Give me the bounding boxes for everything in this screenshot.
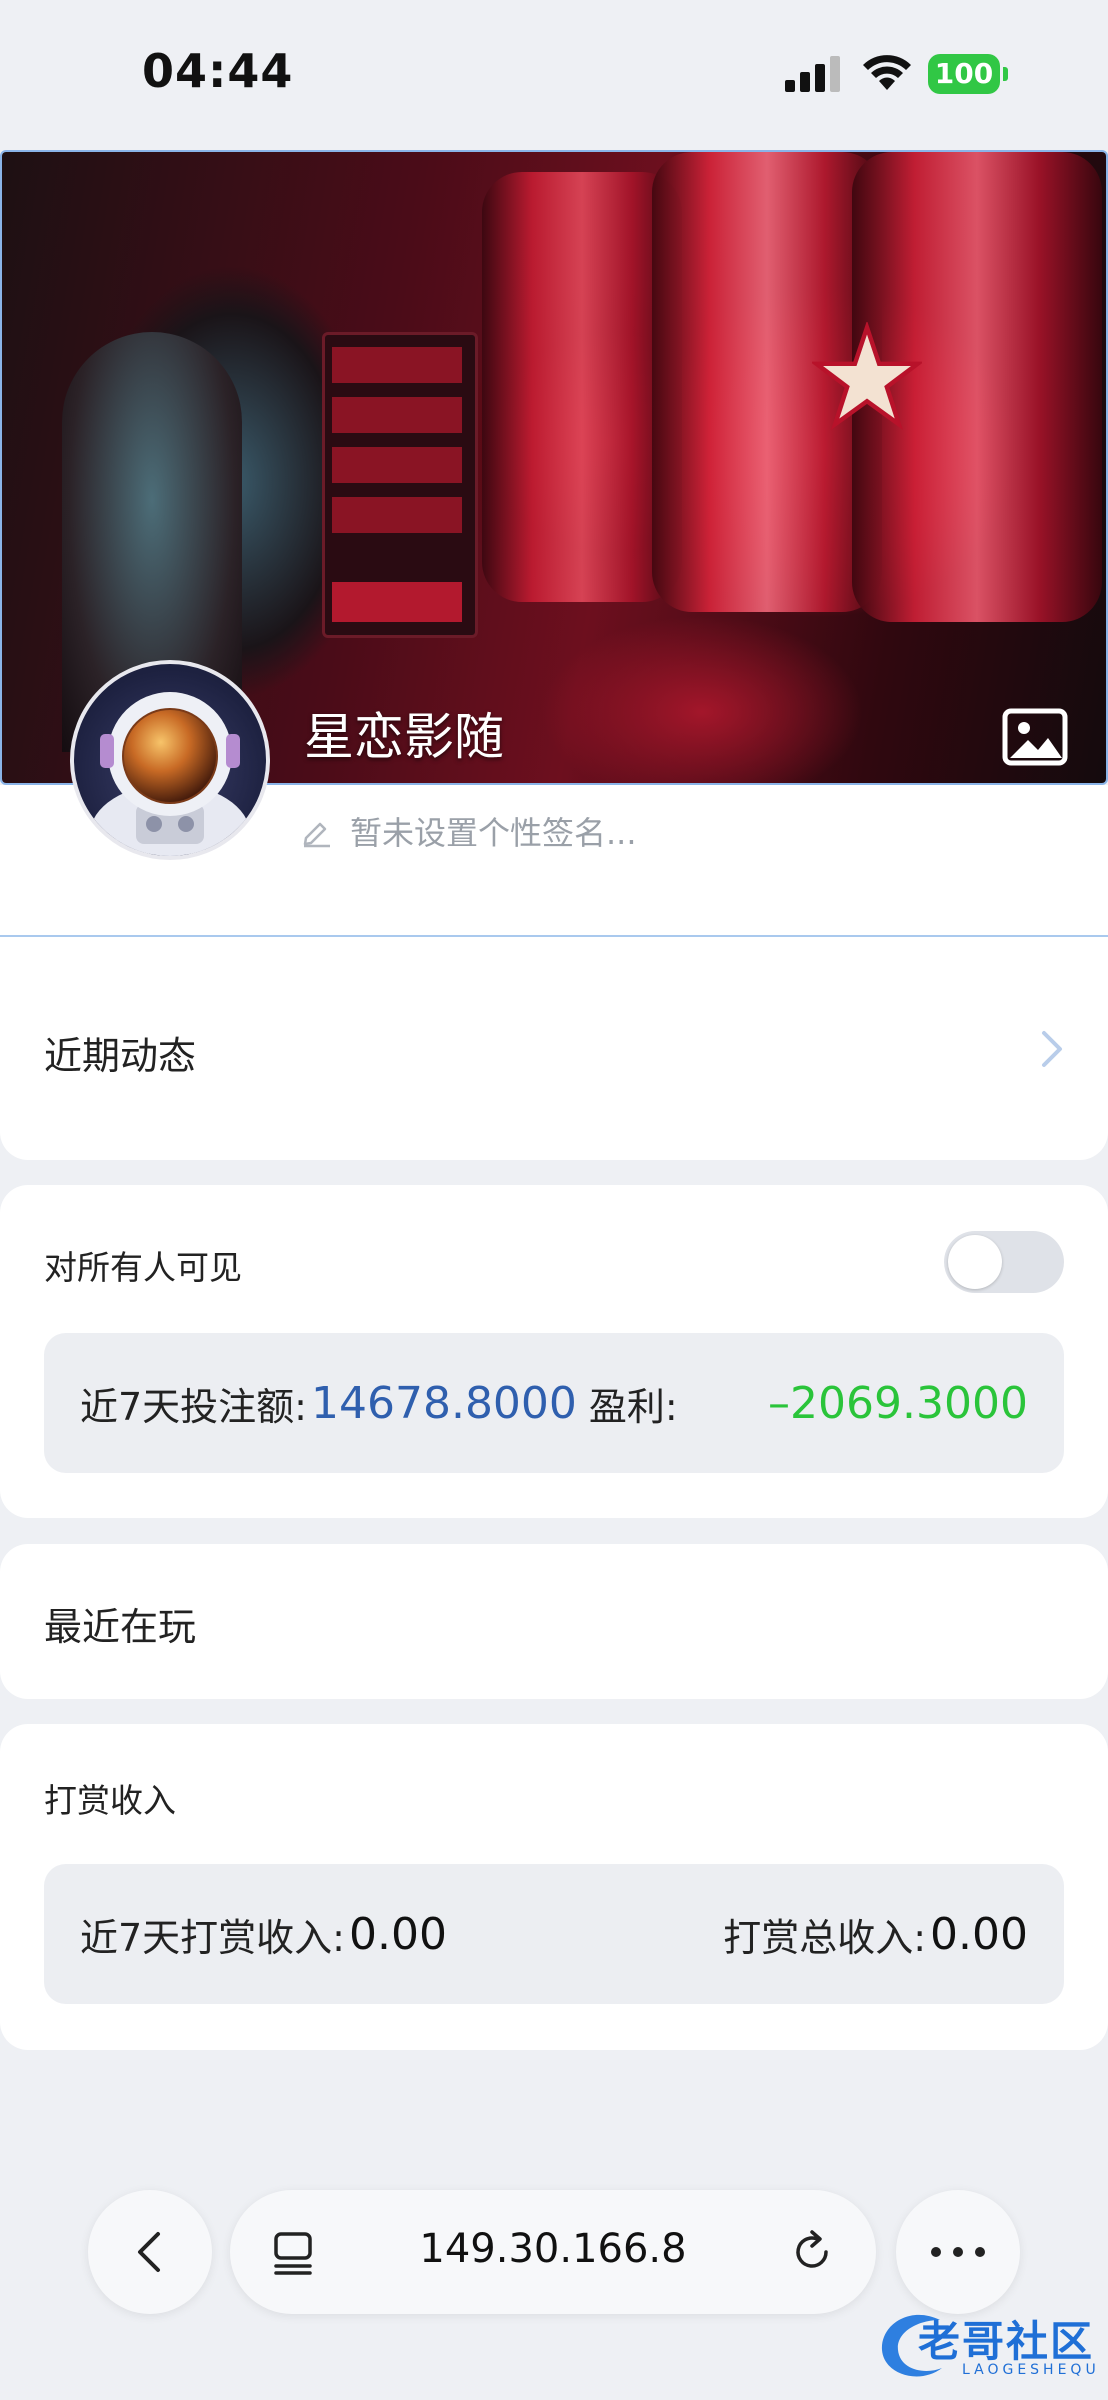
visibility-toggle[interactable] [944,1231,1064,1293]
signature-text: 暂未设置个性签名... [350,814,637,852]
week-tips-label: 近7天打赏收入: [80,1915,345,1960]
url-text: 149.30.166.8 [419,2226,687,2272]
visibility-card: 对所有人可见 近7天投注额: 14678.8000 盈利: –2069.3000 [0,1185,1108,1518]
total-tips: 打赏总收入: 0.00 [723,1864,1028,2004]
cellular-signal-icon [785,56,840,92]
battery-icon: 100 [928,54,1008,94]
profile-name: 星恋影随 [304,708,504,766]
star-icon [812,322,922,431]
week-tips: 近7天打赏收入: 0.00 [80,1864,447,2004]
back-button[interactable] [88,2190,212,2314]
watermark-subtext: LAOGESHEQU [962,2362,1100,2378]
profit-stat: –2069.3000 [768,1333,1028,1473]
avatar[interactable] [70,660,270,860]
wifi-icon [863,55,911,90]
tips-card: 打赏收入 近7天打赏收入: 0.00 打赏总收入: 0.00 [0,1724,1108,2050]
battery-level: 100 [928,54,1000,94]
total-tips-label: 打赏总收入: [723,1915,927,1960]
chevron-right-icon [1042,1031,1062,1067]
status-bar: 04:44 100 [0,0,1108,150]
bet-stats-box: 近7天投注额: 14678.8000 盈利: –2069.3000 [44,1333,1064,1473]
more-dots-icon [931,2247,985,2257]
watermark-logo: 老哥社区 LAOGESHEQU [870,2300,1100,2395]
change-cover-image-icon[interactable] [1002,708,1068,766]
total-tips-value: 0.00 [930,1908,1028,1960]
profit-value: –2069.3000 [768,1377,1028,1429]
watermark-text: 老哥社区 [918,2317,1095,2366]
recent-activity-label: 近期动态 [44,1034,197,1078]
status-time: 04:44 [142,44,294,98]
bet-stat: 近7天投注额: 14678.8000 盈利: [80,1333,678,1473]
tips-stats-box: 近7天打赏收入: 0.00 打赏总收入: 0.00 [44,1864,1064,2004]
tips-label: 打赏收入 [44,1781,176,1820]
astronaut-avatar-image [90,692,250,856]
week-tips-value: 0.00 [348,1908,447,1960]
more-button[interactable] [896,2190,1020,2314]
profit-label: 盈利: [588,1384,678,1429]
reload-icon[interactable] [790,2228,836,2276]
address-bar[interactable]: 149.30.166.8 [230,2190,876,2314]
bet-value: 14678.8000 [310,1377,577,1429]
recently-playing-card: 最近在玩 [0,1544,1108,1699]
bet-label: 近7天投注额: [80,1384,307,1429]
pencil-icon [303,822,330,848]
visibility-label: 对所有人可见 [44,1248,242,1287]
recently-playing-label: 最近在玩 [44,1605,197,1649]
signature-edit[interactable]: 暂未设置个性签名... [300,808,637,854]
chevron-left-icon [138,2232,160,2272]
recent-activity-row[interactable]: 近期动态 [0,937,1108,1160]
